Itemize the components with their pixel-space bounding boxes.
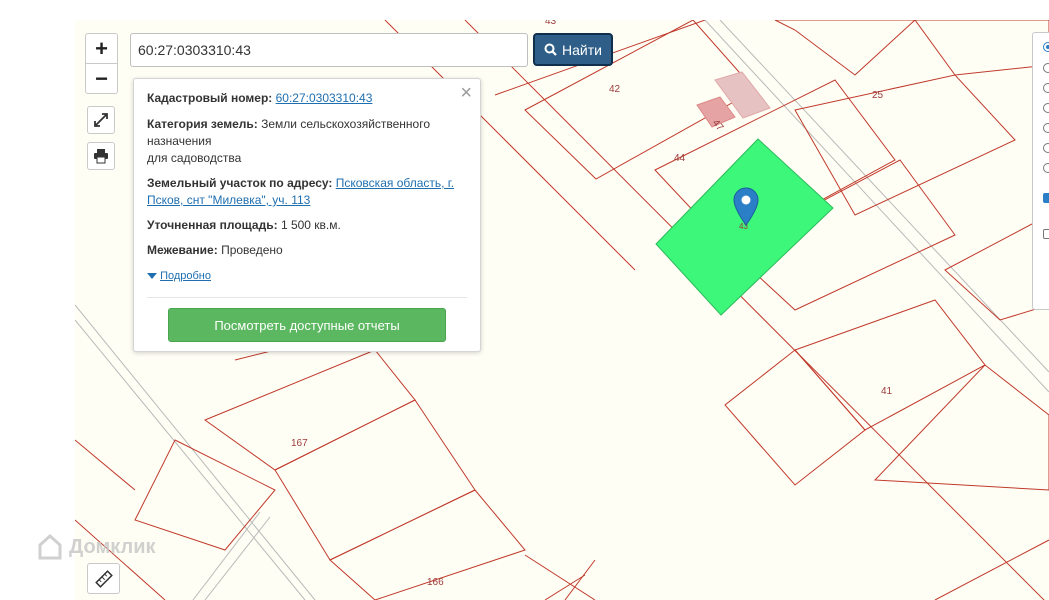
map-marker-icon[interactable] — [733, 187, 759, 227]
watermark-text: Домклик — [69, 535, 156, 558]
parcel-label-167: 167 — [291, 438, 308, 449]
layer-radio-6[interactable] — [1043, 143, 1049, 153]
view-reports-button[interactable]: Посмотреть доступные отчеты — [168, 308, 446, 342]
fullscreen-button[interactable] — [87, 106, 115, 134]
category-value-1: Земли сельскохозяйственного — [261, 117, 431, 131]
category-value-2: назначения — [147, 134, 212, 148]
cadastral-number-link[interactable]: 60:27:0303310:43 — [276, 91, 373, 105]
parcel-label-43-top: 43 — [545, 20, 557, 27]
parcel-info-popup: × Кадастровый номер: 60:27:0303310:43 Ка… — [133, 78, 481, 352]
search-icon — [544, 43, 557, 56]
layer-checkbox-1[interactable] — [1043, 193, 1049, 203]
details-link[interactable]: Подробно — [160, 270, 211, 282]
ruler-icon — [94, 569, 113, 588]
address-label: Земельный участок по адресу: — [147, 176, 333, 190]
details-toggle[interactable]: Подробно — [147, 268, 462, 285]
cadastral-row: Кадастровый номер: 60:27:0303310:43 — [147, 90, 462, 107]
cadastral-label: Кадастровый номер: — [147, 91, 273, 105]
ruler-button[interactable] — [87, 563, 120, 594]
fullscreen-icon — [94, 113, 108, 127]
parcel-label-166: 166 — [427, 577, 444, 588]
area-value: 1 500 кв.м. — [280, 218, 341, 232]
survey-value: Проведено — [221, 243, 283, 257]
category-value-3: для садоводства — [147, 151, 242, 165]
parcel-label-41: 41 — [881, 386, 893, 397]
layer-checkbox-2[interactable] — [1043, 229, 1049, 239]
building-shape — [696, 71, 771, 128]
layer-radio-7[interactable] — [1043, 163, 1049, 173]
layer-radio-5[interactable] — [1043, 123, 1049, 133]
area-row: Уточненная площадь: 1 500 кв.м. — [147, 217, 462, 234]
layer-switcher-panel — [1032, 32, 1049, 310]
layer-radio-3[interactable] — [1043, 83, 1049, 93]
search-button[interactable]: Найти — [533, 33, 613, 66]
caret-down-icon — [147, 273, 157, 280]
parcel-label-44: 44 — [674, 153, 686, 164]
category-label: Категория земель: — [147, 117, 258, 131]
search-button-label: Найти — [562, 41, 602, 58]
layer-radio-1[interactable] — [1043, 42, 1049, 52]
address-link-1[interactable]: Псковская область, г. — [336, 176, 454, 190]
zoom-in-button[interactable]: + — [85, 33, 118, 64]
layer-radio-4[interactable] — [1043, 103, 1049, 113]
layer-radio-2[interactable] — [1043, 63, 1049, 73]
address-row: Земельный участок по адресу: Псковская о… — [147, 175, 462, 209]
area-label: Уточненная площадь: — [147, 218, 278, 232]
watermark: Домклик — [37, 533, 156, 561]
address-link-2[interactable]: Псков, снт "Милевка", уч. 113 — [147, 193, 310, 207]
zoom-out-button[interactable]: − — [85, 63, 118, 94]
survey-label: Межевание: — [147, 243, 218, 257]
parcel-label-25: 25 — [872, 90, 884, 101]
category-row: Категория земель: Земли сельскохозяйстве… — [147, 116, 462, 167]
search-input[interactable] — [130, 33, 528, 67]
popup-divider — [147, 297, 467, 298]
parcel-label-42: 42 — [609, 84, 621, 95]
print-button[interactable] — [87, 142, 115, 170]
home-logo-icon — [38, 533, 62, 560]
print-icon — [94, 149, 108, 164]
survey-row: Межевание: Проведено — [147, 242, 462, 259]
close-popup-button[interactable]: × — [460, 83, 472, 103]
